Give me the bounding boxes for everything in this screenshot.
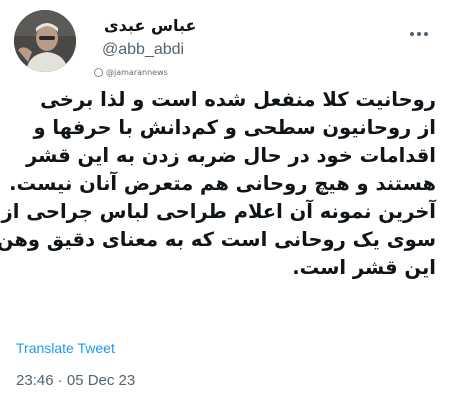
tweet-line: این قشر است.: [292, 256, 436, 279]
author-name[interactable]: عباس عبدی: [104, 16, 196, 35]
tweet-line: از روحانیون سطحی و کم‌دانش با حرفها و: [33, 116, 436, 139]
tweet-text: روحانیت کلا منفعل شده است و لذا برخی از …: [0, 86, 437, 282]
avatar-photo: [14, 10, 76, 72]
tweet-line: آخرین نمونه آن اعلام طراحی لباس جراحی از: [1, 200, 437, 223]
watermark-icon: [94, 68, 103, 77]
tweet-header: عباس عبدی @abb_abdi @jamarannews: [14, 10, 440, 77]
tweet-line: هستند و هیچ روحانی هم متعرض آنان نیست.: [9, 172, 436, 195]
tweet-line: سوی یک روحانی است که به معنای دقیق وهن: [0, 228, 436, 251]
tweet-line: روحانیت کلا منفعل شده است و لذا برخی: [40, 88, 436, 111]
watermark-text: @jamarannews: [106, 68, 168, 77]
tweet-line: اقدامات خود در حال ضربه زدن به این قشر: [26, 144, 436, 167]
avatar[interactable]: [14, 10, 76, 72]
translate-tweet-link[interactable]: Translate Tweet: [16, 340, 115, 356]
tweet-timestamp[interactable]: 23:46 · 05 Dec 23: [16, 372, 135, 389]
watermark: @jamarannews: [94, 68, 168, 77]
more-options-icon[interactable]: [410, 32, 428, 36]
author-handle[interactable]: @abb_abdi: [102, 41, 184, 59]
